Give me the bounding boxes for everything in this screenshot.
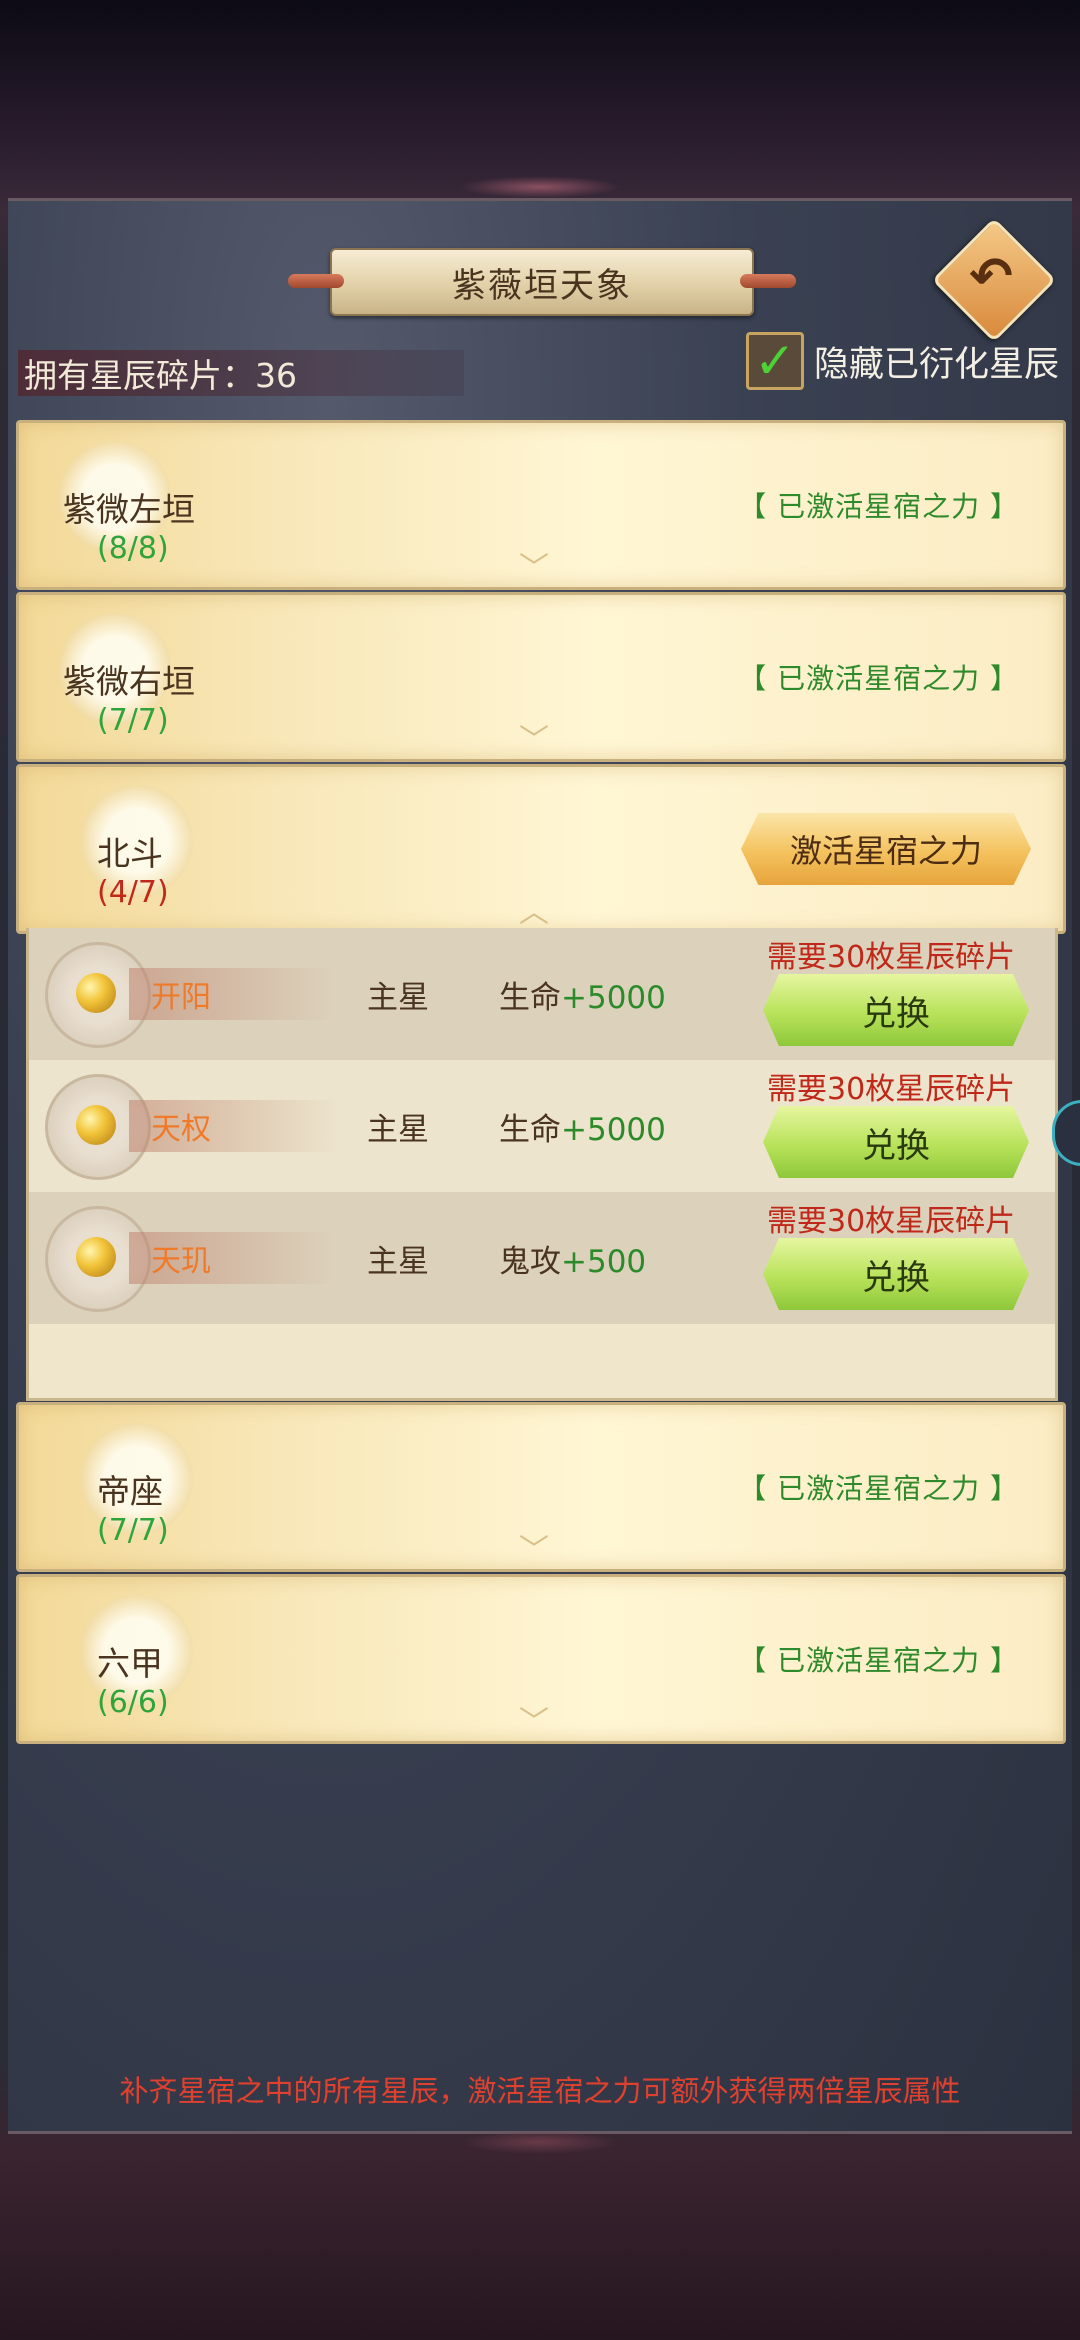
page-title: 紫薇垣天象 <box>452 265 632 306</box>
star-orb-icon <box>76 1105 116 1145</box>
star-row: 开阳 主星 生命+5000 需要30枚星辰碎片 兑换 <box>29 928 1055 1060</box>
star-attribute: 鬼攻+500 <box>499 1244 647 1280</box>
star-cost: 需要30枚星辰碎片 <box>767 940 1016 975</box>
star-name: 天权 <box>151 1112 211 1147</box>
exchange-button[interactable]: 兑换 <box>763 974 1029 1046</box>
group-row-dizuo[interactable]: 帝座 (7/7) 【 已激活星宿之力 】 ﹀ <box>16 1402 1066 1572</box>
chevron-down-icon[interactable]: ﹀ <box>519 543 549 587</box>
group-row-liujia[interactable]: 六甲 (6/6) 【 已激活星宿之力 】 ﹀ <box>16 1574 1066 1744</box>
star-attribute: 生命+5000 <box>499 980 666 1016</box>
group-status: 【 已激活星宿之力 】 <box>738 1472 1019 1505</box>
hide-evolved-toggle[interactable]: ✓ 隐藏已衍化星辰 <box>746 330 1066 392</box>
star-row: 天玑 主星 鬼攻+500 需要30枚星辰碎片 兑换 <box>29 1192 1055 1324</box>
star-orb-icon <box>76 973 116 1013</box>
title-plaque: 紫薇垣天象 <box>288 248 796 316</box>
star-attribute: 生命+5000 <box>499 1112 666 1148</box>
exchange-button[interactable]: 兑换 <box>763 1238 1029 1310</box>
hide-evolved-label: 隐藏已衍化星辰 <box>814 344 1060 385</box>
star-type: 主星 <box>367 1112 429 1148</box>
back-arrow-icon[interactable]: ↶ <box>958 244 1024 310</box>
group-status: 【 已激活星宿之力 】 <box>738 662 1019 695</box>
star-cost: 需要30枚星辰碎片 <box>767 1072 1016 1107</box>
hide-evolved-checkbox[interactable]: ✓ <box>746 332 804 390</box>
chevron-down-icon[interactable]: ﹀ <box>519 1525 549 1569</box>
star-row: 天权 主星 生命+5000 需要30枚星辰碎片 兑换 <box>29 1060 1055 1192</box>
group-name: 六甲 <box>97 1644 163 1683</box>
top-ornament <box>460 176 620 198</box>
group-status: 【 已激活星宿之力 】 <box>738 490 1019 523</box>
group-name: 紫微左垣 <box>63 490 195 529</box>
group-status: 【 已激活星宿之力 】 <box>738 1644 1019 1677</box>
group-progress: (8/8) <box>97 531 169 566</box>
star-name: 开阳 <box>151 980 211 1015</box>
group-name: 北斗 <box>97 834 163 873</box>
star-cost: 需要30枚星辰碎片 <box>767 1204 1016 1239</box>
star-orb-icon <box>76 1237 116 1277</box>
activate-power-label: 激活星宿之力 <box>789 832 982 870</box>
star-type: 主星 <box>367 980 429 1016</box>
group-row-zuoyuan[interactable]: 紫微左垣 (8/8) 【 已激活星宿之力 】 ﹀ <box>16 420 1066 590</box>
group-progress: (6/6) <box>97 1685 169 1720</box>
group-progress: (7/7) <box>97 1513 169 1548</box>
group-row-beidou[interactable]: 北斗 (4/7) 激活星宿之力 ︿ <box>16 764 1066 934</box>
footer-hint: 补齐星宿之中的所有星辰，激活星宿之力可额外获得两倍星辰属性 <box>119 2074 961 2108</box>
star-list: 开阳 主星 生命+5000 需要30枚星辰碎片 兑换 天权 主星 生命+5000… <box>26 928 1058 1401</box>
group-progress: (4/7) <box>97 875 169 910</box>
exchange-button[interactable]: 兑换 <box>763 1106 1029 1178</box>
star-type: 主星 <box>367 1244 429 1280</box>
group-name: 紫微右垣 <box>63 662 195 701</box>
star-name: 天玑 <box>151 1244 211 1279</box>
group-name: 帝座 <box>97 1472 163 1511</box>
group-row-youyuan[interactable]: 紫微右垣 (7/7) 【 已激活星宿之力 】 ﹀ <box>16 592 1066 762</box>
activate-power-button[interactable]: 激活星宿之力 <box>741 813 1031 885</box>
chevron-down-icon[interactable]: ﹀ <box>519 1697 549 1741</box>
shard-count-label: 拥有星辰碎片：36 <box>24 356 297 395</box>
chevron-down-icon[interactable]: ﹀ <box>519 715 549 759</box>
shard-count: 拥有星辰碎片：36 <box>18 350 464 396</box>
chevron-up-icon[interactable]: ︿ <box>519 887 549 931</box>
bottom-ornament <box>460 2130 620 2154</box>
group-progress: (7/7) <box>97 703 169 738</box>
